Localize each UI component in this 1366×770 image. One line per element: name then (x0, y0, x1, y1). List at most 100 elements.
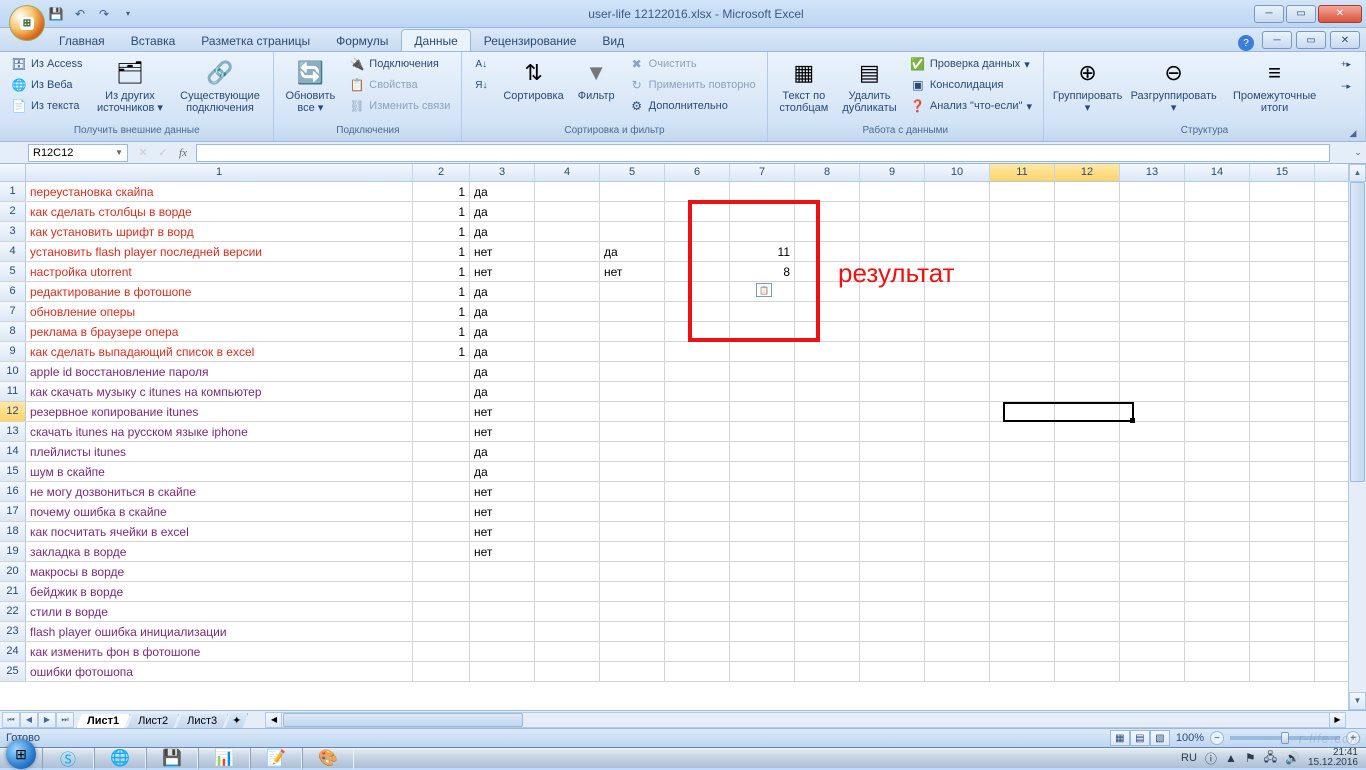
zoom-knob[interactable] (1281, 732, 1289, 744)
cell[interactable] (1250, 502, 1315, 521)
cell[interactable] (1185, 282, 1250, 301)
tab-Данные[interactable]: Данные (401, 29, 470, 51)
maximize-button[interactable]: ▭ (1286, 5, 1316, 23)
cell[interactable] (665, 562, 730, 581)
cell[interactable] (535, 462, 600, 481)
row-header[interactable]: 25 (0, 662, 26, 681)
cell[interactable] (990, 482, 1055, 501)
normal-view-button[interactable]: ▦ (1110, 730, 1130, 746)
cell[interactable]: как сделать столбцы в ворде (26, 202, 413, 221)
row-header[interactable]: 15 (0, 462, 26, 481)
column-header[interactable]: 1 (26, 164, 413, 181)
cell[interactable] (1250, 582, 1315, 601)
cell[interactable] (1185, 362, 1250, 381)
enter-formula-button[interactable]: ✓ (154, 145, 172, 161)
cell[interactable] (665, 622, 730, 641)
start-button[interactable]: ⊞ (0, 748, 42, 769)
cell[interactable] (795, 602, 860, 621)
prev-sheet-button[interactable]: ◀ (20, 712, 38, 728)
row-header[interactable]: 5 (0, 262, 26, 281)
cell[interactable] (730, 402, 795, 421)
cell[interactable] (413, 362, 470, 381)
cell[interactable] (925, 522, 990, 541)
subtotal-button[interactable]: ≡Промежуточные итоги (1222, 54, 1327, 117)
cell[interactable] (665, 362, 730, 381)
column-header[interactable]: 5 (600, 164, 665, 181)
cell[interactable] (1055, 182, 1120, 201)
cell[interactable] (730, 662, 795, 681)
cell[interactable] (413, 522, 470, 541)
cell[interactable] (1120, 542, 1185, 561)
cell[interactable] (1055, 222, 1120, 241)
cell[interactable] (925, 662, 990, 681)
cell[interactable] (665, 602, 730, 621)
cell[interactable] (1250, 522, 1315, 541)
row-header[interactable]: 14 (0, 442, 26, 461)
cell[interactable] (860, 622, 925, 641)
cell[interactable] (535, 222, 600, 241)
cell[interactable] (925, 262, 990, 281)
row-header[interactable]: 24 (0, 642, 26, 661)
cell[interactable] (795, 622, 860, 641)
cell[interactable]: да (470, 442, 535, 461)
cell[interactable] (1250, 342, 1315, 361)
cell[interactable] (600, 462, 665, 481)
cell[interactable] (1185, 562, 1250, 581)
cell[interactable]: как скачать музыку с itunes на компьютер (26, 382, 413, 401)
office-button[interactable]: ⊞ (9, 5, 45, 41)
cell[interactable] (413, 562, 470, 581)
cell[interactable] (1250, 442, 1315, 461)
cell[interactable]: шум в скайпе (26, 462, 413, 481)
next-sheet-button[interactable]: ▶ (38, 712, 56, 728)
page-layout-view-button[interactable]: ▤ (1130, 730, 1150, 746)
group-button[interactable]: ⊕Группировать ▾ (1050, 54, 1125, 117)
sheet-tab[interactable]: Лист1 (76, 714, 130, 729)
dialog-launcher-icon[interactable]: ◢ (1347, 128, 1359, 140)
from-text-button[interactable]: 📄Из текста (6, 96, 87, 116)
cell[interactable] (535, 302, 600, 321)
cell[interactable] (1250, 642, 1315, 661)
cell[interactable] (925, 402, 990, 421)
cell[interactable] (665, 282, 730, 301)
cell[interactable] (1250, 462, 1315, 481)
cell[interactable] (860, 502, 925, 521)
cell[interactable] (925, 542, 990, 561)
cell[interactable] (665, 262, 730, 281)
from-web-button[interactable]: 🌐Из Веба (6, 75, 87, 95)
cell[interactable] (665, 382, 730, 401)
cell[interactable] (990, 542, 1055, 561)
cell[interactable] (1250, 262, 1315, 281)
row-header[interactable]: 3 (0, 222, 26, 241)
cell[interactable] (1250, 542, 1315, 561)
cell[interactable] (990, 522, 1055, 541)
advanced-filter-button[interactable]: ⚙Дополнительно (624, 96, 761, 116)
cell[interactable] (795, 642, 860, 661)
cell[interactable] (1250, 222, 1315, 241)
cell[interactable] (860, 342, 925, 361)
cell[interactable] (990, 582, 1055, 601)
cell[interactable] (795, 662, 860, 681)
cell[interactable] (600, 482, 665, 501)
cell[interactable] (1055, 282, 1120, 301)
cell[interactable] (925, 562, 990, 581)
cell[interactable] (1185, 262, 1250, 281)
connections-button[interactable]: 🔌Подключения (344, 54, 455, 74)
cell[interactable] (1250, 482, 1315, 501)
cell[interactable] (1250, 202, 1315, 221)
column-header[interactable]: 7 (730, 164, 795, 181)
column-header[interactable]: 13 (1120, 164, 1185, 181)
column-header[interactable]: 11 (990, 164, 1055, 181)
cell[interactable] (860, 382, 925, 401)
cell[interactable] (1185, 182, 1250, 201)
cell[interactable]: да (470, 462, 535, 481)
row-header[interactable]: 17 (0, 502, 26, 521)
cell[interactable] (665, 542, 730, 561)
cell[interactable] (1185, 242, 1250, 261)
cell[interactable] (925, 342, 990, 361)
cell[interactable] (1185, 542, 1250, 561)
cell[interactable]: реклама в браузере опера (26, 322, 413, 341)
cell[interactable] (1120, 662, 1185, 681)
taskbar-save[interactable]: 💾 (146, 748, 198, 769)
cell[interactable]: 1 (413, 302, 470, 321)
cell[interactable] (1055, 502, 1120, 521)
